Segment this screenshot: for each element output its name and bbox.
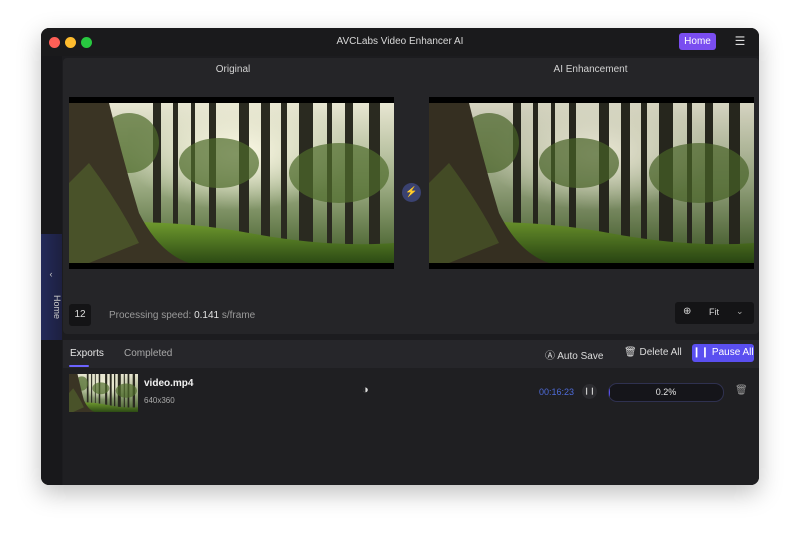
window-title: AVCLabs Video Enhancer AI — [336, 36, 464, 47]
chevron-down-icon: ⌄ — [736, 306, 744, 316]
speed-label: Processing speed: — [109, 310, 195, 321]
progress-bar: 0.2% — [608, 383, 724, 402]
auto-save-icon: Ⓐ — [545, 351, 558, 362]
elapsed-time: 00:16:23 — [539, 387, 575, 397]
chevron-left-icon[interactable]: ‹ — [46, 269, 56, 279]
pause-icon[interactable]: ❙❙ — [582, 384, 597, 399]
frame-number: 12 — [69, 304, 91, 326]
trash-icon: 🗑︎ — [624, 347, 640, 358]
zoom-select[interactable]: ⊕ Fit ⌄ — [675, 302, 754, 324]
export-row: video.mp4 640x360 ◑ 00:16:23 ❙❙ 0.2% 🗑︎ — [63, 368, 759, 416]
original-preview — [69, 97, 394, 269]
swap-icon[interactable]: ⚡ — [402, 183, 421, 202]
zoom-icon: ⊕ — [683, 306, 692, 317]
enhanced-preview — [429, 97, 754, 269]
pause-icon: ❙❙ — [692, 347, 712, 358]
home-button[interactable]: Home — [679, 33, 716, 50]
contrast-icon[interactable]: ◑ — [362, 385, 373, 396]
sidebar-home-label[interactable]: Home — [42, 292, 62, 322]
trash-icon[interactable]: 🗑︎ — [735, 385, 748, 396]
preview-panel: Original AI Enhancement ⚡ 12 Processing … — [63, 58, 759, 334]
active-tab-indicator — [69, 365, 89, 367]
menu-icon[interactable]: ☰ — [733, 34, 747, 48]
video-thumbnail[interactable] — [69, 374, 138, 412]
auto-save-button[interactable]: Ⓐ Auto Save — [545, 347, 603, 362]
delete-all-label: Delete All — [639, 347, 682, 358]
file-resolution: 640x360 — [144, 396, 175, 405]
speed-unit: s/frame — [219, 310, 256, 321]
delete-all-button[interactable]: 🗑︎ Delete All — [624, 347, 682, 358]
export-tabs-bar: Exports Completed Ⓐ Auto Save 🗑︎ Delete … — [63, 340, 759, 368]
sidebar-home-tab[interactable] — [41, 234, 62, 340]
pause-all-label: Pause All — [711, 347, 754, 358]
ai-enhancement-label: AI Enhancement — [553, 64, 628, 75]
export-list: video.mp4 640x360 ◑ 00:16:23 ❙❙ 0.2% 🗑︎ — [63, 368, 759, 485]
app-window: AVCLabs Video Enhancer AI Home ☰ ‹ Home … — [41, 28, 759, 485]
original-label: Original — [215, 64, 251, 75]
auto-save-label: Auto Save — [557, 351, 604, 362]
zoom-label: Fit — [709, 307, 719, 317]
processing-speed: Processing speed: 0.141 s/frame — [109, 310, 255, 321]
file-name: video.mp4 — [144, 378, 194, 389]
sidebar: ‹ Home — [41, 56, 62, 485]
tab-completed[interactable]: Completed — [124, 348, 172, 359]
speed-value: 0.141 — [194, 310, 220, 321]
progress-text: 0.2% — [655, 387, 677, 397]
pause-all-button[interactable]: ❙❙ Pause All — [692, 344, 754, 362]
tab-exports[interactable]: Exports — [70, 348, 104, 359]
title-bar: AVCLabs Video Enhancer AI Home ☰ — [41, 28, 759, 56]
